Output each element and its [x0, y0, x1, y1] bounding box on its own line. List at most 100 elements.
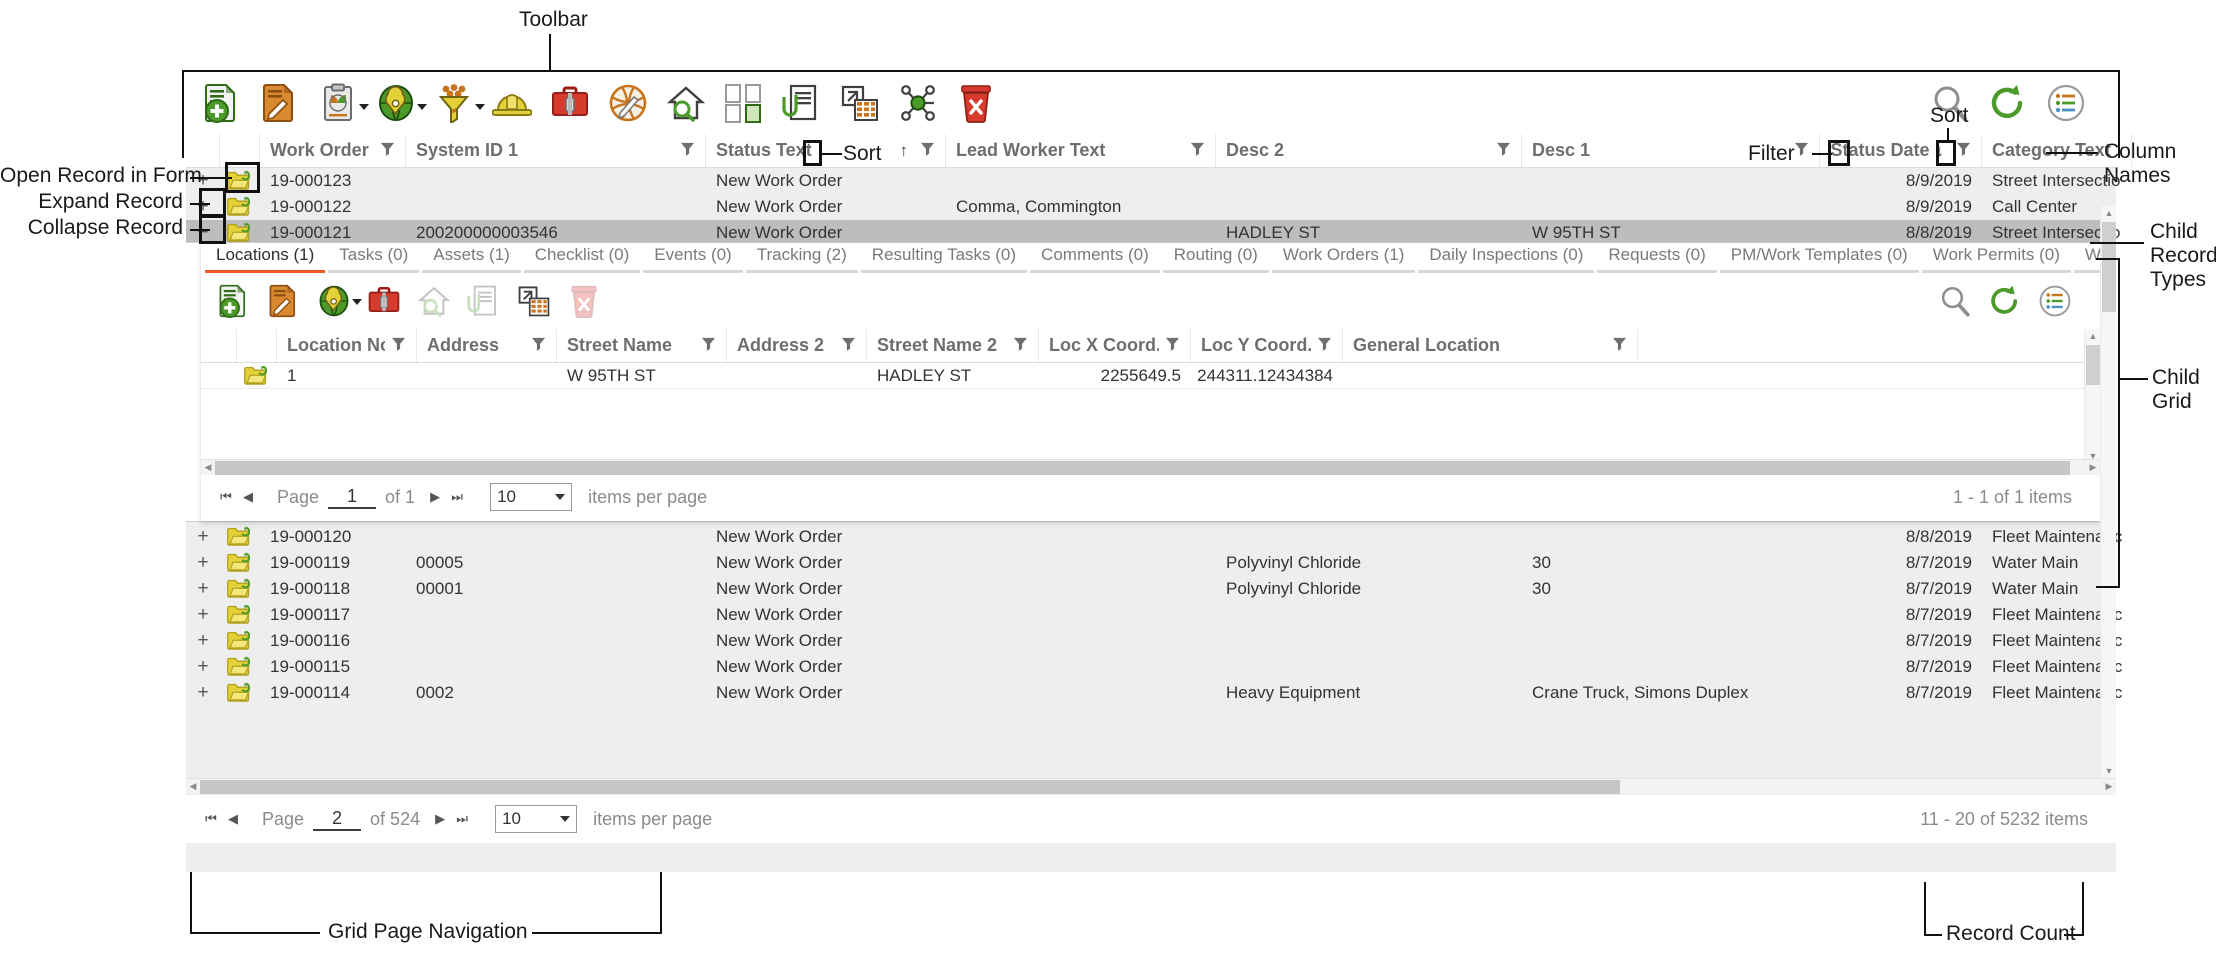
- tab-comments-0[interactable]: Comments (0): [1030, 245, 1160, 273]
- table-row[interactable]: + 19-000123 New Work Order 8/9/2019 Street …: [186, 168, 2121, 194]
- column-header-address[interactable]: Address: [417, 329, 557, 362]
- table-row[interactable]: + 19-000115 New Work Order 8/7/2019 Fleet M…: [186, 654, 2122, 680]
- scroll-up-arrow-icon[interactable]: ▲: [2101, 206, 2117, 220]
- tab-events-0[interactable]: Events (0): [643, 245, 743, 273]
- filter-funnel-icon[interactable]: [432, 81, 485, 125]
- table-row[interactable]: + 19-000122 New Work Order Comma, Commingt…: [186, 194, 2116, 220]
- main-first-page-button[interactable]: ⏮: [200, 811, 222, 827]
- table-row[interactable]: + 19-000116 New Work Order 8/7/2019 Fleet M…: [186, 628, 2122, 654]
- child-next-page-button[interactable]: ▶: [424, 489, 446, 505]
- search-magnifier-icon[interactable]: [1936, 282, 1974, 320]
- column-filter-icon[interactable]: [680, 140, 695, 161]
- main-grid-vertical-scrollbar[interactable]: ▲ ▼: [2100, 206, 2116, 778]
- column-sort-indicator[interactable]: ↓: [1936, 141, 1945, 161]
- toolbox-icon[interactable]: [548, 81, 592, 125]
- delete-trash-icon[interactable]: [954, 81, 998, 125]
- tab-routing-0[interactable]: Routing (0): [1162, 245, 1269, 273]
- export-spreadsheet-icon[interactable]: [838, 81, 882, 125]
- main-next-page-button[interactable]: ▶: [429, 811, 451, 827]
- map-globe-icon[interactable]: [315, 282, 362, 320]
- column-header-lead[interactable]: Lead Worker Text: [946, 134, 1216, 167]
- column-header-locx[interactable]: Loc X Coord.: [1039, 329, 1191, 362]
- vertical-scroll-thumb[interactable]: [2102, 222, 2116, 312]
- column-sort-indicator[interactable]: ↑: [900, 141, 909, 161]
- column-filter-icon[interactable]: [380, 140, 395, 161]
- column-filter-icon[interactable]: [531, 335, 546, 356]
- house-search-icon[interactable]: [664, 81, 708, 125]
- vertical-scroll-thumb[interactable]: [2086, 345, 2100, 385]
- expand-toggle[interactable]: +: [186, 680, 220, 705]
- child-prev-page-button[interactable]: ◀: [237, 489, 259, 505]
- main-last-page-button[interactable]: ⏭: [451, 811, 473, 827]
- column-filter-icon[interactable]: [1190, 140, 1205, 161]
- open-record-folder-icon[interactable]: [220, 524, 260, 549]
- tab-work-permits-0[interactable]: Work Permits (0): [1921, 245, 2071, 273]
- column-filter-icon[interactable]: [920, 140, 935, 161]
- tab-pm-work-templates-0[interactable]: PM/Work Templates (0): [1719, 245, 1919, 273]
- column-filter-icon[interactable]: [1317, 335, 1332, 356]
- table-row[interactable]: + 19-000114 0002 New Work Order Heavy Equip…: [186, 680, 2122, 706]
- tab-tracking-2[interactable]: Tracking (2): [745, 245, 858, 273]
- column-header-sys1[interactable]: System ID 1: [406, 134, 706, 167]
- open-record-folder-icon[interactable]: [220, 194, 260, 219]
- export-spreadsheet-icon[interactable]: [515, 282, 553, 320]
- scroll-left-arrow-icon[interactable]: ◀: [186, 780, 200, 794]
- reports-clipboard-icon[interactable]: [316, 81, 369, 125]
- refresh-arrow-icon[interactable]: [1986, 282, 2024, 320]
- child-first-page-button[interactable]: ⏮: [215, 489, 237, 505]
- scroll-left-arrow-icon[interactable]: ◀: [201, 461, 215, 475]
- open-record-folder-icon[interactable]: [220, 602, 260, 627]
- expand-toggle[interactable]: +: [186, 628, 220, 653]
- main-grid-horizontal-scrollbar[interactable]: ◀ ▶: [186, 778, 2116, 794]
- list-options-icon[interactable]: [2036, 282, 2074, 320]
- expand-toggle[interactable]: +: [186, 576, 220, 601]
- main-page-input[interactable]: 2: [313, 808, 362, 831]
- column-filter-icon[interactable]: [1956, 140, 1971, 161]
- open-record-folder-icon[interactable]: [220, 680, 260, 705]
- expand-toggle[interactable]: +: [186, 550, 220, 575]
- map-globe-icon[interactable]: [374, 81, 427, 125]
- expand-toggle[interactable]: +: [186, 524, 220, 549]
- column-filter-icon[interactable]: [1013, 335, 1028, 356]
- tab-requests-0[interactable]: Requests (0): [1597, 245, 1717, 273]
- column-filter-icon[interactable]: [701, 335, 716, 356]
- open-record-folder-icon[interactable]: [220, 628, 260, 653]
- table-row[interactable]: + 19-000119 00005 New Work Order Polyvinyl …: [186, 550, 2116, 576]
- tab-assets-1[interactable]: Assets (1): [422, 245, 521, 273]
- open-record-folder-icon[interactable]: [237, 363, 277, 388]
- refresh-arrow-icon[interactable]: [1986, 81, 2030, 125]
- scroll-right-arrow-icon[interactable]: ▶: [2102, 780, 2116, 794]
- expand-toggle[interactable]: +: [186, 194, 220, 219]
- list-options-icon[interactable]: [2044, 81, 2088, 125]
- copy-pages-icon[interactable]: [722, 81, 766, 125]
- table-row[interactable]: + 19-000120 New Work Order 8/8/2019 Fleet M…: [186, 524, 2122, 550]
- scroll-down-arrow-icon[interactable]: ▼: [2101, 764, 2117, 778]
- table-row[interactable]: + 19-000117 New Work Order 8/7/2019 Fleet M…: [186, 602, 2122, 628]
- column-filter-icon[interactable]: [841, 335, 856, 356]
- child-page-input[interactable]: 1: [328, 486, 377, 509]
- document-attach-icon[interactable]: [780, 81, 824, 125]
- horizontal-scroll-thumb[interactable]: [215, 461, 2070, 475]
- tab-locations-1[interactable]: Locations (1): [205, 245, 326, 273]
- main-prev-page-button[interactable]: ◀: [222, 811, 244, 827]
- hard-hat-icon[interactable]: [490, 81, 534, 125]
- column-header-street[interactable]: Street Name: [557, 329, 727, 362]
- inspection-ball-icon[interactable]: [606, 81, 650, 125]
- column-header-genloc[interactable]: General Location: [1343, 329, 1638, 362]
- child-grid-vertical-scrollbar[interactable]: ▲ ▼: [2084, 329, 2100, 463]
- child-last-page-button[interactable]: ⏭: [446, 489, 468, 505]
- tab-daily-inspections-0[interactable]: Daily Inspections (0): [1418, 245, 1595, 273]
- tab-work-orders-1[interactable]: Work Orders (1): [1271, 245, 1416, 273]
- column-header-street2[interactable]: Street Name 2: [867, 329, 1039, 362]
- child-items-per-page-select[interactable]: 10: [490, 483, 573, 511]
- scroll-up-arrow-icon[interactable]: ▲: [2085, 329, 2101, 343]
- column-filter-icon[interactable]: [1165, 335, 1180, 356]
- child-grid-horizontal-scrollbar[interactable]: ◀ ▶: [201, 459, 2100, 475]
- column-header-locno[interactable]: Location No: [277, 329, 417, 362]
- tab-tasks-0[interactable]: Tasks (0): [328, 245, 420, 273]
- column-header-desc2[interactable]: Desc 2: [1216, 134, 1522, 167]
- main-items-per-page-select[interactable]: 10: [495, 805, 578, 833]
- column-filter-icon[interactable]: [1612, 335, 1627, 356]
- column-header-wo[interactable]: Work Order #: [260, 134, 406, 167]
- tab-checklist-0[interactable]: Checklist (0): [523, 245, 641, 273]
